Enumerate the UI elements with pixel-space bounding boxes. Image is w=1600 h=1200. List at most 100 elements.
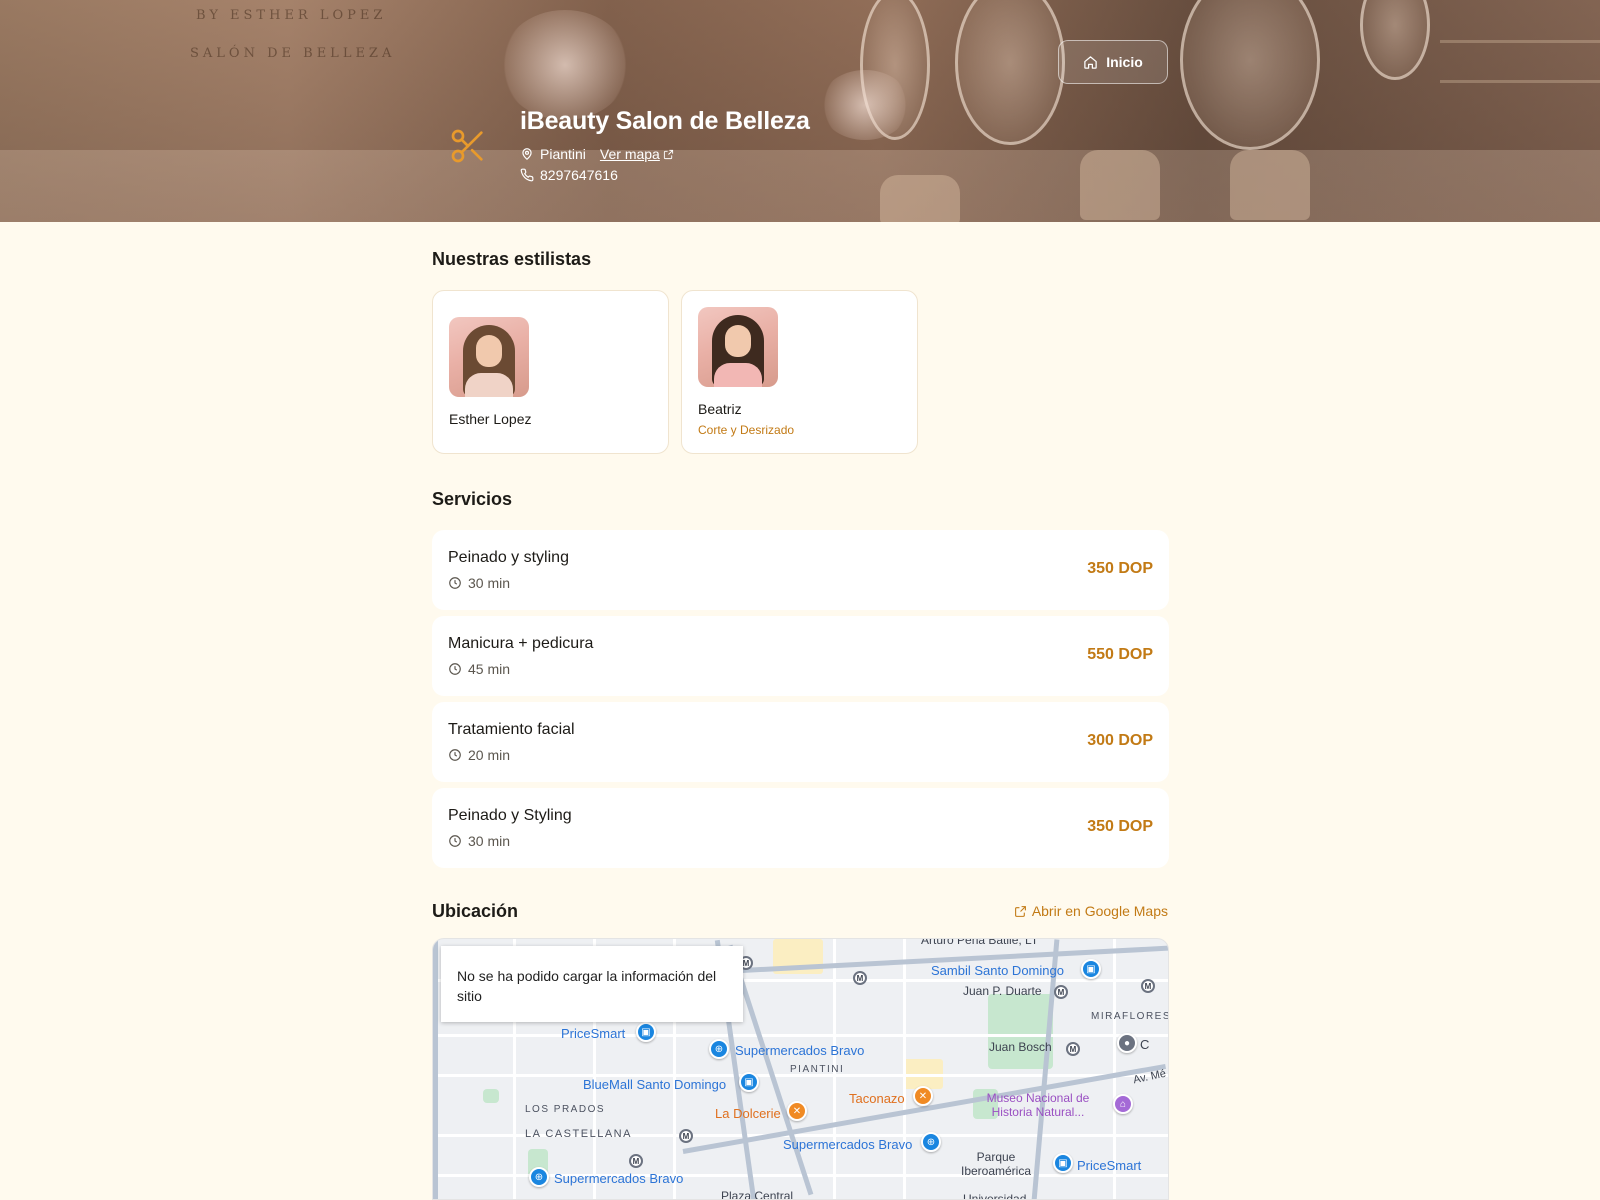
service-item[interactable]: Peinado y Styling 30 min 350 DOP — [432, 788, 1169, 868]
open-google-maps-link[interactable]: Abrir en Google Maps — [1014, 903, 1168, 919]
map-label: La Dolcerie — [715, 1106, 781, 1121]
salon-location-row: Piantini Ver mapa — [520, 146, 674, 162]
external-link-icon — [1014, 905, 1026, 917]
metro-station-icon[interactable]: M — [1054, 985, 1068, 999]
salon-phone: 8297647616 — [540, 167, 618, 183]
map-label: PriceSmart — [561, 1026, 626, 1041]
map-label: Supermercados Bravo — [735, 1043, 865, 1058]
location-map[interactable]: Arturo Peña Batlle, LT Sambil Santo Domi… — [432, 938, 1169, 1200]
service-duration-row: 30 min — [448, 575, 510, 591]
hero-brand-top: BY ESTHER LOPEZ — [196, 8, 387, 23]
stylists-title: Nuestras estilistas — [432, 249, 592, 269]
map-label: Supermercados Bravo — [554, 1171, 684, 1186]
service-duration-row: 20 min — [448, 747, 510, 763]
avatar — [698, 307, 778, 387]
restaurant-pin-icon[interactable]: ✕ — [913, 1086, 933, 1106]
map-label: LA CASTELLANA — [525, 1128, 632, 1140]
grocery-pin-icon[interactable]: ⊕ — [709, 1039, 729, 1059]
clock-icon — [449, 749, 461, 761]
map-label: LOS PRADOS — [525, 1104, 606, 1115]
salon-location: Piantini — [540, 146, 586, 162]
view-map-link[interactable]: Ver mapa — [600, 146, 674, 162]
shopping-pin-icon[interactable]: ▣ — [1081, 959, 1101, 979]
map-label: MIRAFLORES — [1091, 1011, 1169, 1022]
map-street — [433, 1034, 1168, 1037]
metro-station-icon[interactable]: M — [679, 1129, 693, 1143]
map-error-text: No se ha podido cargar la información de… — [457, 968, 717, 1004]
home-button-label: Inicio — [1106, 54, 1143, 70]
stylist-card[interactable]: Beatriz Corte y Desrizado — [681, 290, 918, 454]
map-avenue — [433, 939, 438, 1199]
service-name: Manicura + pedicura — [448, 635, 594, 652]
map-label: PIANTINI — [790, 1064, 845, 1075]
map-label: Parque Iberoamérica — [960, 1150, 1032, 1178]
hero-shelf-decor — [1440, 40, 1600, 43]
stylist-card[interactable]: Esther Lopez — [432, 290, 669, 454]
map-label: Plaza Central — [721, 1189, 794, 1200]
map-label: Museo Nacional de Historia Natural... — [986, 1091, 1090, 1119]
hero-chair-decor — [1230, 150, 1310, 220]
salon-phone-row: 8297647616 — [520, 167, 618, 183]
metro-station-icon[interactable]: M — [853, 971, 867, 985]
hero-chair-decor — [1080, 150, 1160, 220]
service-duration-row: 45 min — [448, 661, 510, 677]
map-label: Taconazo — [849, 1091, 905, 1106]
scissors-icon — [451, 129, 483, 163]
map-label: Sambil Santo Domingo — [931, 963, 1064, 978]
external-link-icon — [663, 149, 673, 159]
open-google-maps-label: Abrir en Google Maps — [1031, 903, 1168, 919]
map-park — [483, 1089, 499, 1103]
map-label: Arturo Peña Batlle, LT — [921, 938, 1039, 947]
grocery-pin-icon[interactable]: ⊕ — [921, 1132, 941, 1152]
map-label: Universidad — [963, 1192, 1027, 1200]
service-item[interactable]: Tratamiento facial 20 min 300 DOP — [432, 702, 1169, 782]
map-label: C — [1140, 1037, 1150, 1052]
map-label: Supermercados Bravo — [783, 1137, 913, 1152]
museum-pin-icon[interactable]: ⌂ — [1113, 1094, 1133, 1114]
service-duration: 45 min — [468, 661, 511, 677]
service-item[interactable]: Manicura + pedicura 45 min 550 DOP — [432, 616, 1169, 696]
service-item[interactable]: Peinado y styling 30 min 350 DOP — [432, 530, 1169, 610]
shopping-pin-icon[interactable]: ▣ — [636, 1022, 656, 1042]
service-price: 350 DOP — [1087, 818, 1153, 835]
map-error-popup: No se ha podido cargar la información de… — [441, 946, 743, 1022]
service-name: Tratamiento facial — [448, 721, 575, 738]
shopping-pin-icon[interactable]: ▣ — [1053, 1153, 1073, 1173]
map-pin-icon — [522, 148, 532, 161]
map-label: Juan P. Duarte — [963, 984, 1042, 998]
hero-flowers-decor — [500, 10, 630, 120]
location-title: Ubicación — [432, 901, 519, 921]
stylist-specialty: Corte y Desrizado — [698, 423, 795, 437]
metro-station-icon[interactable]: M — [1141, 979, 1155, 993]
hero-shelf-decor — [1440, 80, 1600, 83]
hero-brand-sub: SALÓN DE BELLEZA — [190, 46, 396, 61]
home-icon — [1084, 55, 1097, 69]
map-street — [903, 939, 906, 1199]
stylist-name: Esther Lopez — [449, 411, 532, 427]
map-label: Juan Bosch — [989, 1040, 1052, 1054]
service-duration: 20 min — [468, 747, 511, 763]
map-label: PriceSmart — [1077, 1158, 1142, 1173]
service-price: 350 DOP — [1087, 560, 1153, 577]
service-price: 300 DOP — [1087, 732, 1153, 749]
restaurant-pin-icon[interactable]: ✕ — [787, 1101, 807, 1121]
avatar — [449, 317, 529, 397]
salon-title: iBeauty Salon de Belleza — [520, 107, 810, 135]
stylist-name: Beatriz — [698, 401, 742, 417]
map-label: BlueMall Santo Domingo — [583, 1077, 727, 1092]
service-duration: 30 min — [468, 833, 511, 849]
shopping-pin-icon[interactable]: ▣ — [739, 1072, 759, 1092]
view-map-label: Ver mapa — [599, 146, 660, 162]
service-price: 550 DOP — [1087, 646, 1153, 663]
metro-station-icon[interactable]: M — [629, 1154, 643, 1168]
clock-icon — [449, 663, 461, 675]
phone-icon — [520, 168, 534, 182]
place-pin-icon[interactable]: ● — [1117, 1033, 1137, 1053]
service-name: Peinado y styling — [448, 549, 569, 566]
home-button[interactable]: Inicio — [1058, 40, 1168, 84]
hero-counter-decor — [0, 150, 1600, 222]
service-duration: 30 min — [468, 575, 511, 591]
grocery-pin-icon[interactable]: ⊕ — [529, 1167, 549, 1187]
metro-station-icon[interactable]: M — [1066, 1042, 1080, 1056]
service-duration-row: 30 min — [448, 833, 510, 849]
